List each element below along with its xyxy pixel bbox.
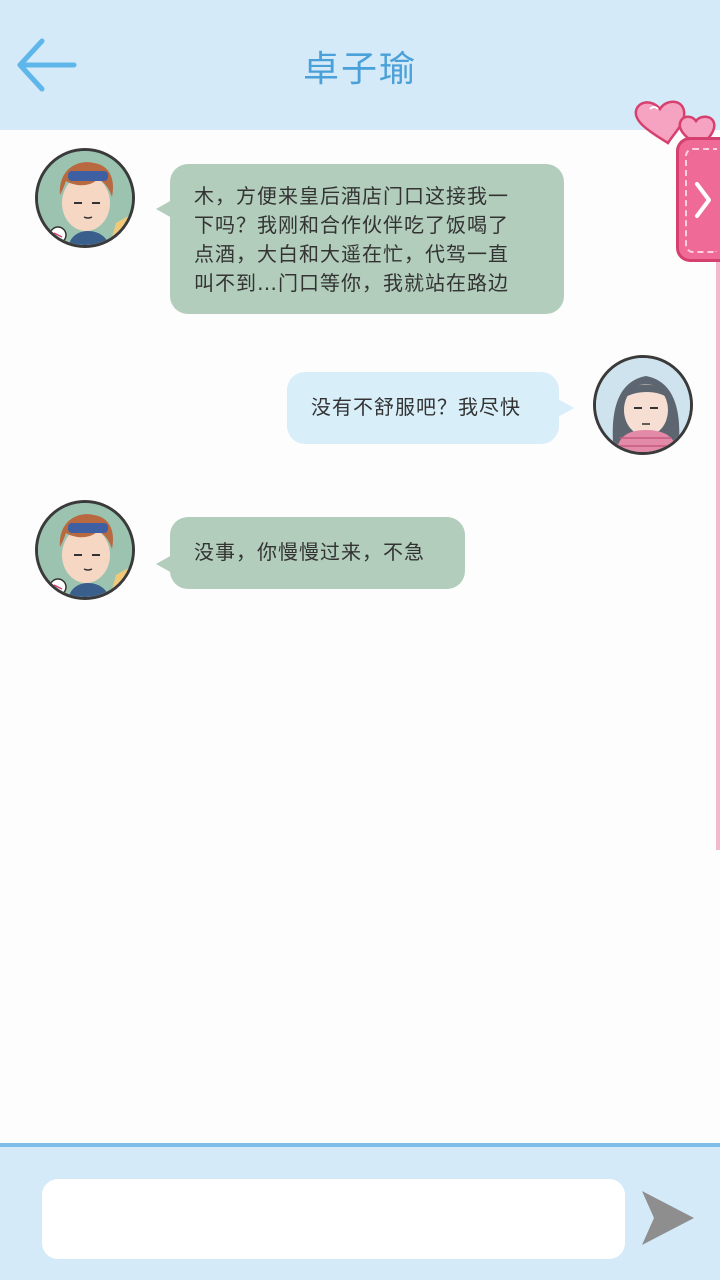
message-text-line: 没有不舒服吧？我尽快 [311,395,521,419]
user-avatar[interactable] [593,355,693,455]
send-button[interactable] [640,1187,696,1249]
message-text-line: 没事，你慢慢过来，不急 [194,540,425,564]
girl-avatar-icon [596,358,690,452]
composer-bar [0,1143,720,1280]
message-text-line: 点酒，大白和大遥在忙，代驾一直 [194,242,509,266]
send-icon [642,1191,694,1245]
chat-screen: 卓子瑜 木，方便来皇后酒店门口这接我一 下吗？我刚和合作伙伴吃了饭喝了 点酒，大… [0,0,720,1280]
message-bubble[interactable]: 没有不舒服吧？我尽快 [287,372,559,444]
message-input[interactable] [42,1179,625,1259]
header-bar: 卓子瑜 [0,0,720,130]
message-text-line: 叫不到…门口等你，我就站在路边 [194,271,509,295]
message-row: 木，方便来皇后酒店门口这接我一 下吗？我刚和合作伙伴吃了饭喝了 点酒，大白和大遥… [0,148,720,318]
bubble-tail [558,399,574,417]
page-title: 卓子瑜 [302,49,417,90]
message-text-line: 下吗？我刚和合作伙伴吃了饭喝了 [194,213,509,237]
message-bubble[interactable]: 木，方便来皇后酒店门口这接我一 下吗？我刚和合作伙伴吃了饭喝了 点酒，大白和大遥… [170,164,564,314]
message-bubble[interactable]: 没事，你慢慢过来，不急 [170,517,465,589]
contact-avatar[interactable] [35,500,135,600]
message-row: 没事，你慢慢过来，不急 [0,500,720,606]
message-text-line: 木，方便来皇后酒店门口这接我一 [194,184,509,208]
message-row: 没有不舒服吧？我尽快 [0,355,720,461]
boy-avatar-icon [38,503,132,597]
boy-avatar-icon [38,151,132,245]
contact-avatar[interactable] [35,148,135,248]
